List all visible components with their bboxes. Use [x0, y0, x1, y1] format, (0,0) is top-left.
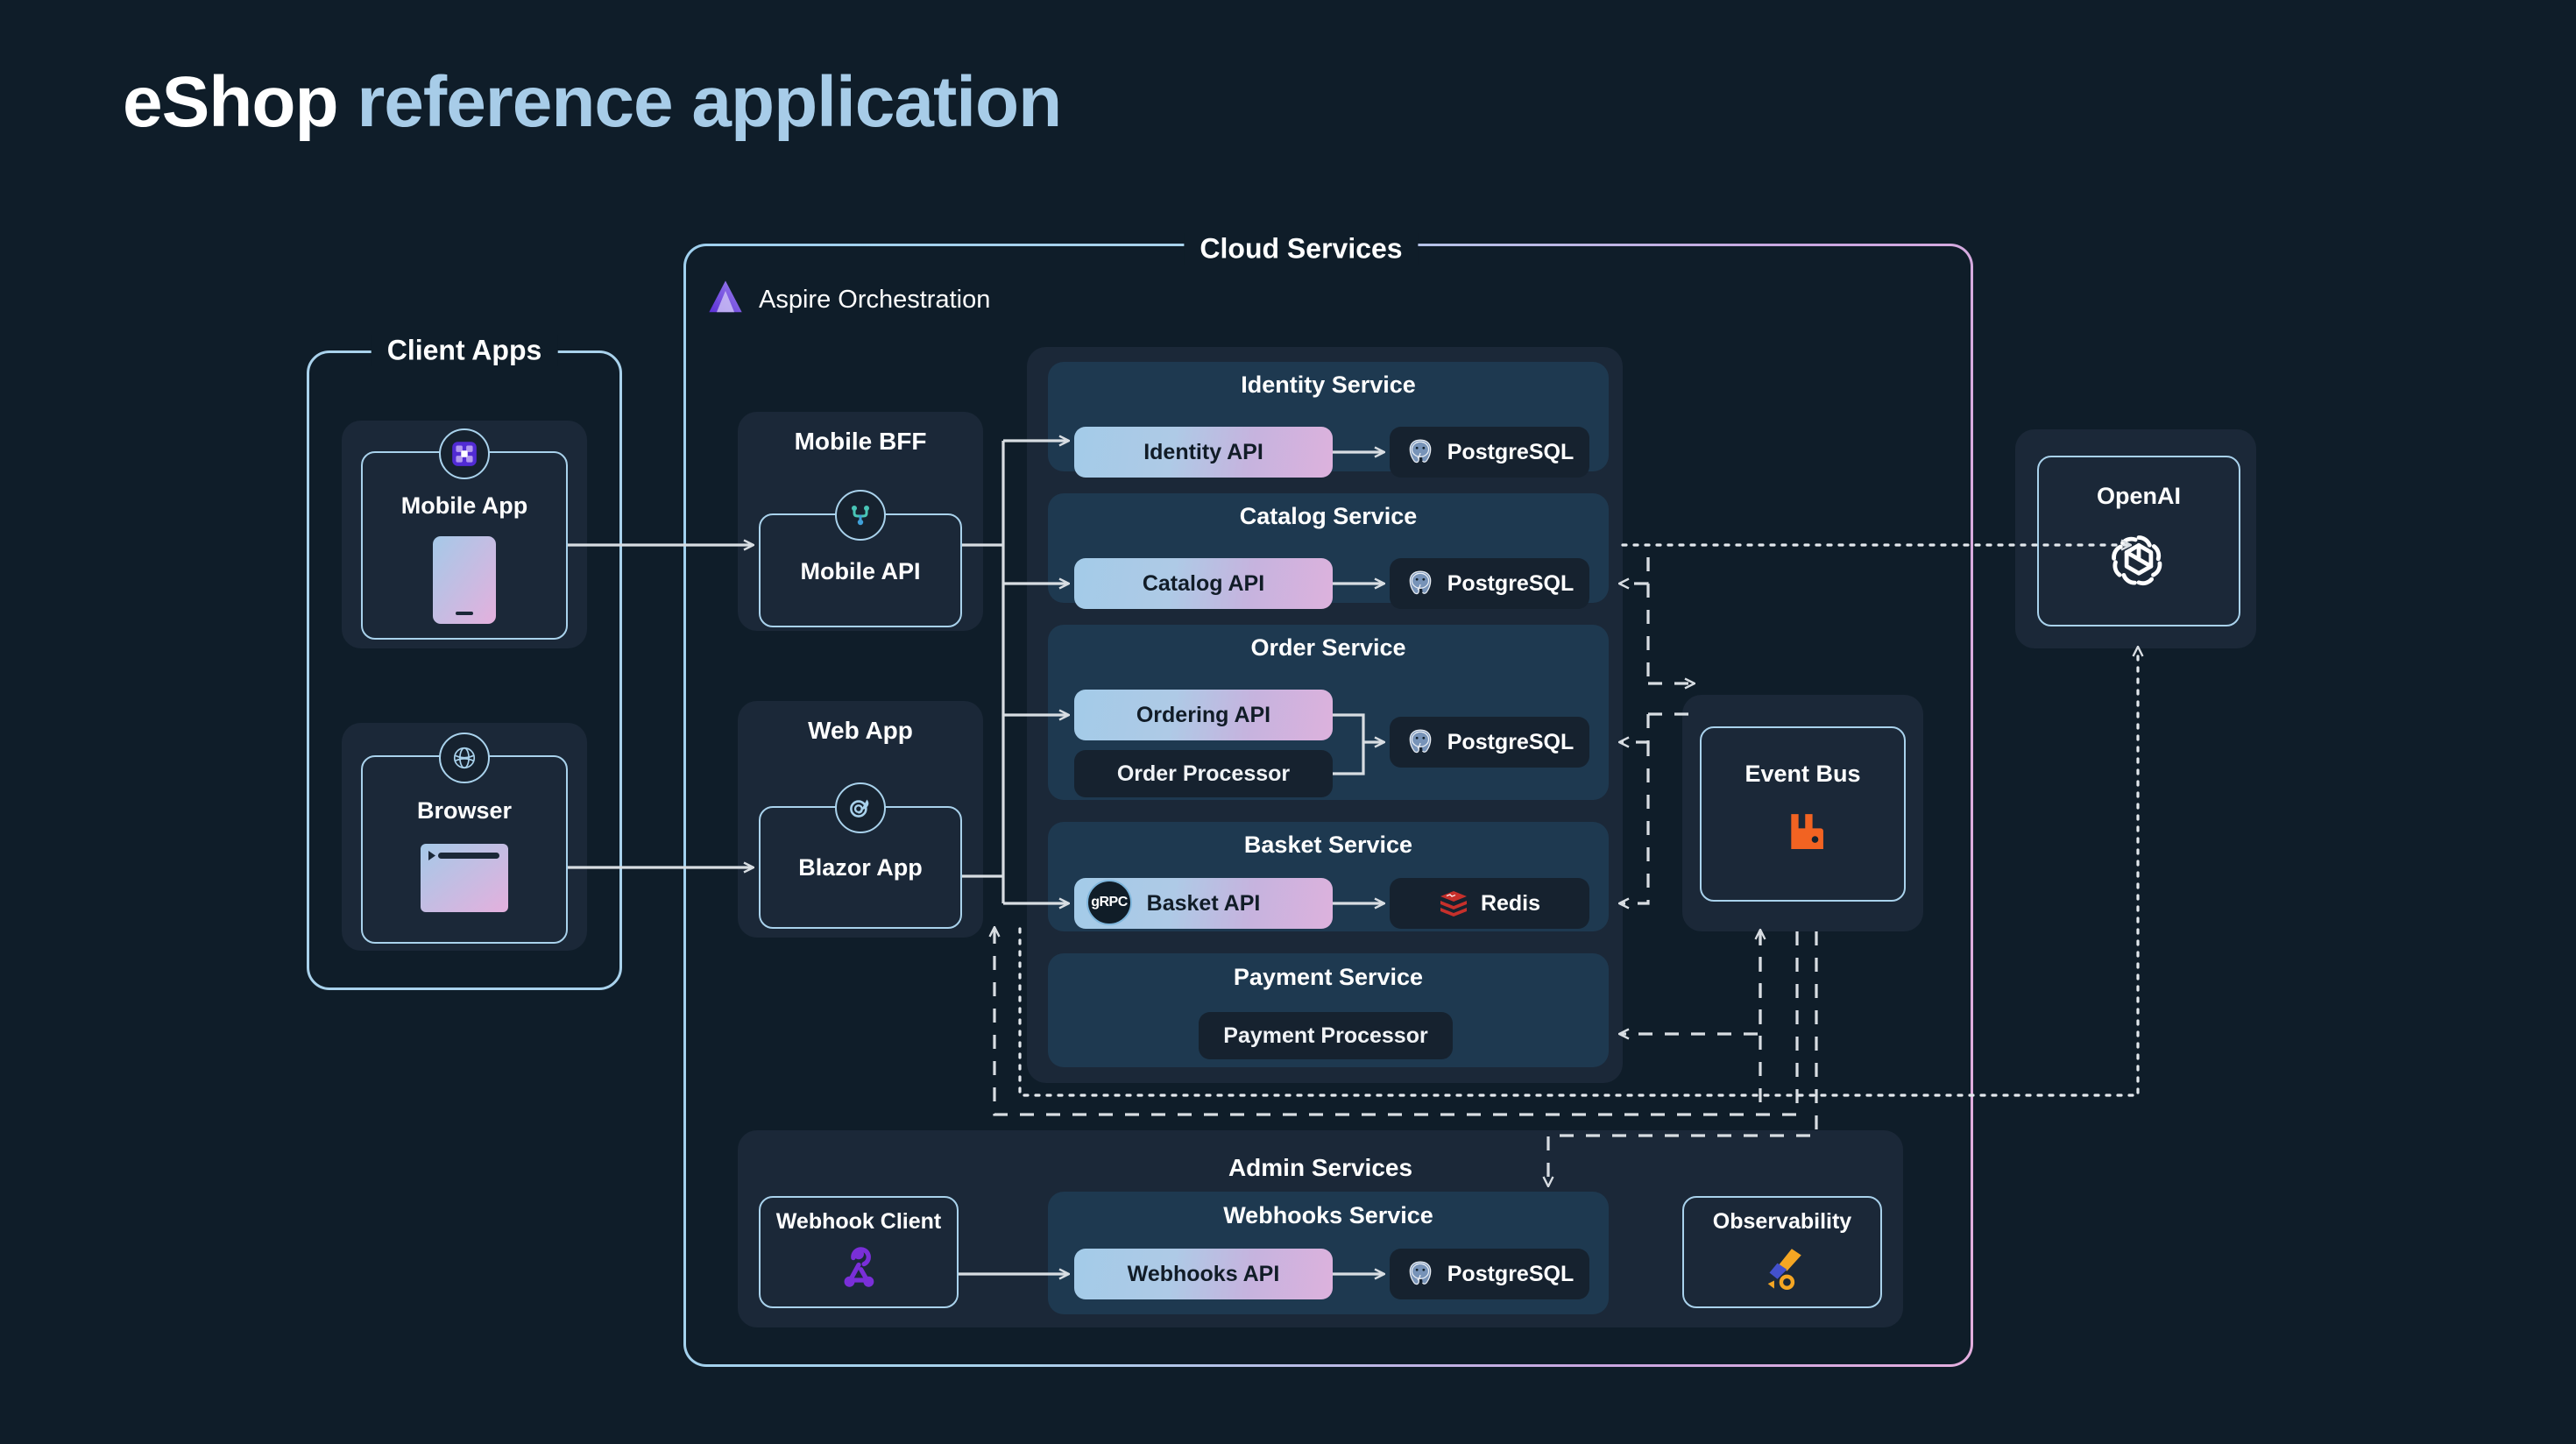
webhook-client-label: Webhook Client [775, 1209, 942, 1234]
order-store-label: PostgreSQL [1447, 729, 1575, 754]
identity-store-box[interactable]: PostgreSQL [1390, 427, 1589, 478]
grpc-label: gRPC [1091, 895, 1128, 910]
order-processor-label: Order Processor [1116, 761, 1291, 786]
dotnet-maui-icon [439, 428, 490, 479]
event-bus-label: Event Bus [1744, 761, 1861, 787]
catalog-service-title: Catalog Service [1239, 503, 1418, 529]
web-app-title: Web App [808, 717, 913, 744]
browser-label: Browser [416, 797, 513, 824]
catalog-store-label: PostgreSQL [1447, 570, 1575, 596]
order-processor-box[interactable]: Order Processor [1074, 750, 1333, 797]
order-store-box[interactable]: PostgreSQL [1390, 717, 1589, 768]
blazor-globe-icon-glyph [453, 747, 476, 769]
blazor-app-label: Blazor App [798, 854, 923, 881]
catalog-api-label: Catalog API [1142, 570, 1265, 596]
dotnet-maui-icon-glyph [452, 442, 477, 466]
identity-api-box[interactable]: Identity API [1074, 427, 1333, 478]
observability-label: Observability [1712, 1209, 1852, 1234]
postgresql-elephant-icon [1409, 729, 1432, 754]
browser-window-illustration [421, 844, 508, 912]
cloud-services-group-label: Cloud Services [1184, 232, 1419, 265]
payment-processor-box[interactable]: Payment Processor [1199, 1012, 1453, 1059]
admin-services-title: Admin Services [1228, 1154, 1413, 1181]
opentelemetry-icon [1767, 1249, 1801, 1291]
client-apps-group-label: Client Apps [371, 334, 558, 367]
webhooks-store-box[interactable]: PostgreSQL [1390, 1249, 1589, 1299]
postgresql-elephant-icon [1409, 570, 1432, 595]
page-title: eShop reference application [123, 61, 1062, 144]
webhook-icon [844, 1247, 874, 1287]
catalog-store-box[interactable]: PostgreSQL [1390, 558, 1589, 609]
basket-store-box[interactable]: Redis [1390, 878, 1589, 929]
yarp-icon [835, 490, 886, 541]
redis-stack-icon [1440, 891, 1467, 917]
diagram-canvas: eShop reference application Client Apps … [0, 0, 2576, 1444]
identity-store-label: PostgreSQL [1447, 439, 1575, 464]
catalog-api-box[interactable]: Catalog API [1074, 558, 1333, 609]
blazor-flame-icon [835, 782, 886, 833]
webhooks-api-box[interactable]: Webhooks API [1074, 1249, 1333, 1299]
title-part-secondary: reference application [357, 62, 1062, 142]
ordering-api-label: Ordering API [1136, 702, 1271, 727]
aspire-triangle-icon [709, 280, 742, 313]
basket-api-label: Basket API [1146, 890, 1261, 916]
identity-api-label: Identity API [1143, 439, 1263, 464]
phone-illustration [433, 536, 496, 624]
payment-service-title: Payment Service [1233, 964, 1424, 990]
openai-logo-icon [2112, 535, 2162, 586]
payment-processor-label: Payment Processor [1223, 1023, 1428, 1048]
identity-service-title: Identity Service [1241, 372, 1416, 398]
title-part-primary: eShop [123, 62, 339, 142]
mobile-api-label: Mobile API [800, 558, 921, 584]
mobile-bff-title: Mobile BFF [794, 428, 927, 455]
basket-service-title: Basket Service [1243, 832, 1413, 858]
postgresql-elephant-icon [1409, 439, 1432, 464]
blazor-globe-icon [439, 733, 490, 783]
blazor-flame-icon-glyph [850, 799, 869, 818]
openai-label: OpenAI [2096, 483, 2181, 509]
mobile-app-label: Mobile App [400, 492, 528, 519]
order-service-title: Order Service [1250, 634, 1406, 661]
webhooks-service-title: Webhooks Service [1223, 1202, 1433, 1228]
webhooks-store-label: PostgreSQL [1447, 1261, 1575, 1286]
aspire-orchestration-label: Aspire Orchestration [759, 286, 991, 314]
yarp-icon-glyph [852, 506, 869, 526]
postgresql-elephant-icon [1409, 1261, 1432, 1285]
basket-store-label: Redis [1480, 890, 1541, 916]
webhooks-api-label: Webhooks API [1127, 1261, 1280, 1286]
rabbitmq-icon [1791, 814, 1823, 849]
grpc-icon: gRPC [1086, 880, 1132, 925]
ordering-api-box[interactable]: Ordering API [1074, 690, 1333, 740]
